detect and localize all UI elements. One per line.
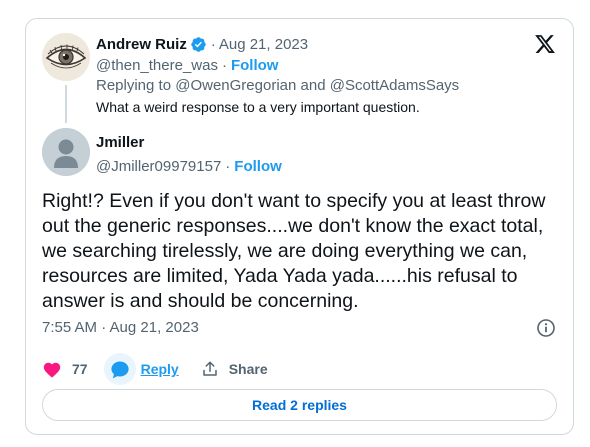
share-label: Share	[228, 361, 268, 377]
heart-icon	[43, 362, 61, 378]
speech-bubble-icon	[110, 360, 129, 378]
default-profile-icon	[42, 128, 90, 176]
mention-link[interactable]: @OwenGregorian	[175, 77, 296, 94]
author-handle-row: @Jmiller09979157 · Follow	[96, 156, 282, 176]
author-handle[interactable]: @Jmiller09979157	[96, 158, 221, 175]
follow-link[interactable]: Follow	[231, 57, 279, 74]
reply-button[interactable]: Reply	[88, 353, 179, 385]
reply-label: Reply	[140, 361, 179, 377]
parent-tweet-date[interactable]: Aug 21, 2023	[219, 36, 308, 53]
x-logo-icon[interactable]	[534, 33, 556, 55]
like-button[interactable]: 77	[42, 360, 88, 378]
tweet-text: Right!? Even if you don't want to specif…	[42, 190, 546, 312]
handle-dot: ·	[221, 56, 227, 74]
parent-tweet-header: Andrew Ruiz · Aug 21, 2023	[96, 34, 308, 54]
handle-dot: ·	[225, 157, 231, 175]
read-replies-button[interactable]: Read 2 replies	[42, 389, 557, 421]
avatar-andrew-ruiz[interactable]	[42, 33, 90, 81]
tweet-embed-card: Andrew Ruiz · Aug 21, 2023 @then_there_w…	[25, 18, 574, 435]
info-icon[interactable]	[536, 318, 556, 338]
reply-icon-wrap	[103, 353, 136, 385]
share-button[interactable]: Share	[201, 360, 268, 378]
replying-prefix: Replying to	[96, 77, 172, 94]
avatar-default[interactable]	[42, 128, 90, 176]
share-icon	[202, 361, 217, 376]
author-name[interactable]: Jmiller	[96, 134, 144, 151]
header-separator: ·	[210, 35, 216, 53]
tweet-timestamp[interactable]: 7:55 AM · Aug 21, 2023	[42, 319, 199, 336]
mention-link[interactable]: @ScottAdamsSays	[330, 77, 459, 94]
verified-badge-icon	[191, 36, 206, 52]
replying-to-line: Replying to @OwenGregorian and @ScottAda…	[96, 77, 459, 95]
tweet-actions: 77 Reply Share	[42, 353, 268, 385]
thread-connector-line	[65, 85, 67, 123]
like-count: 77	[72, 361, 88, 377]
parent-handle-row: @then_there_was · Follow	[96, 55, 278, 75]
author-name[interactable]: Andrew Ruiz	[96, 36, 187, 53]
author-handle[interactable]: @then_there_was	[96, 57, 218, 74]
follow-link[interactable]: Follow	[234, 158, 282, 175]
eye-drawing-icon	[42, 33, 90, 81]
replying-and: and	[300, 77, 326, 94]
parent-tweet-text: What a weird response to a very importan…	[96, 99, 420, 115]
